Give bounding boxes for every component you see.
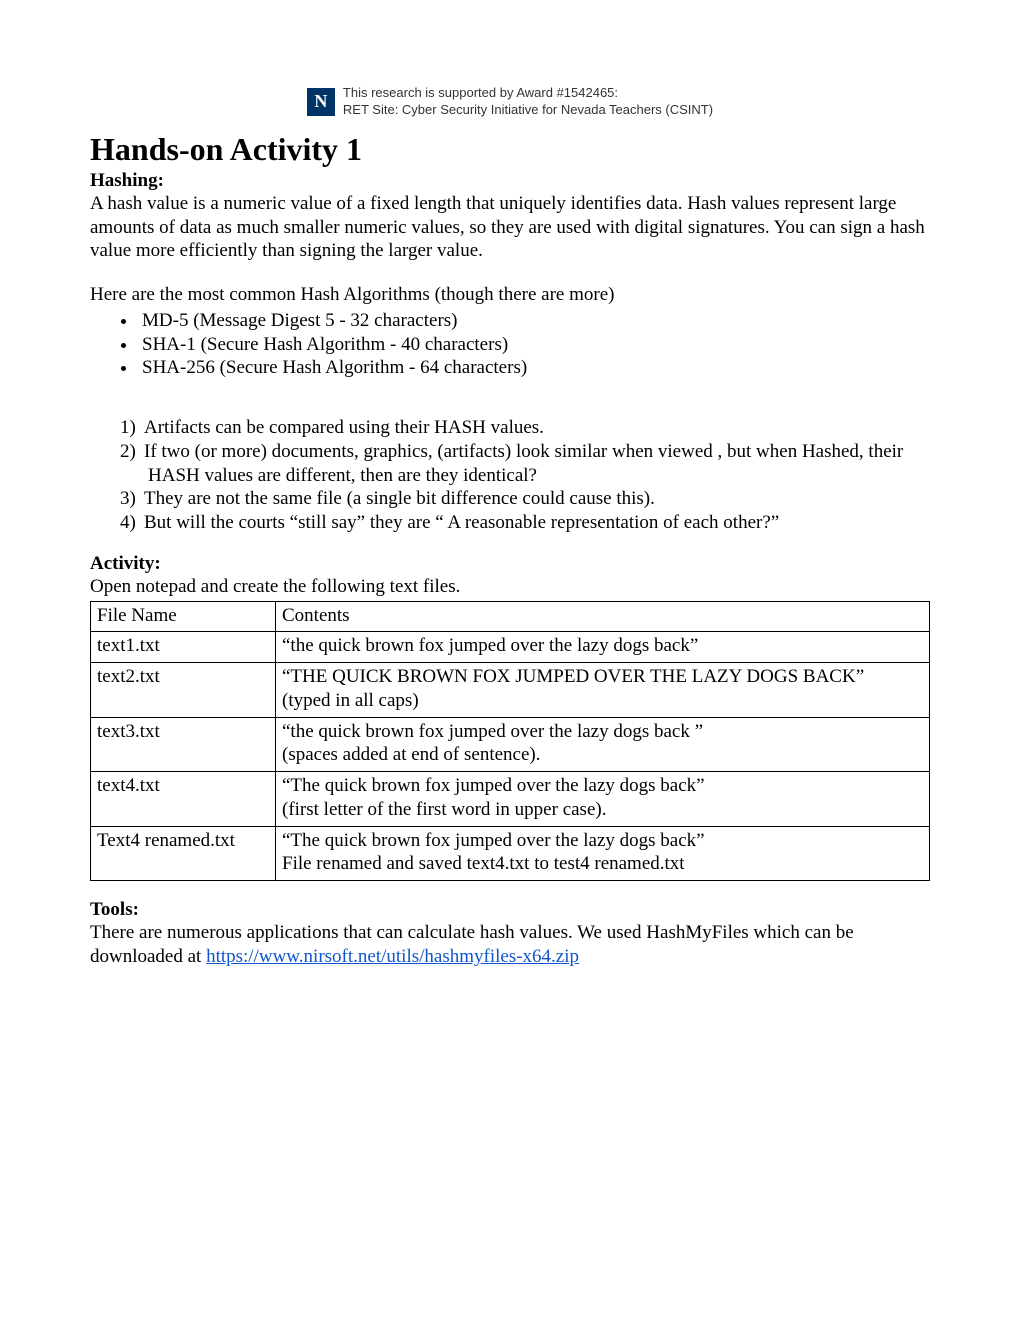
header-banner: N This research is supported by Award #1… — [90, 85, 930, 119]
table-header-row: File Name Contents — [91, 601, 930, 632]
table-row: Text4 renamed.txt “The quick brown fox j… — [91, 826, 930, 881]
banner-line-2: RET Site: Cyber Security Initiative for … — [343, 102, 713, 119]
cell-filename: text1.txt — [91, 632, 276, 663]
cell-filename: text3.txt — [91, 717, 276, 772]
list-item: They are not the same file (a single bit… — [120, 487, 930, 511]
col-header-filename: File Name — [91, 601, 276, 632]
banner-line-1: This research is supported by Award #154… — [343, 85, 713, 102]
download-link[interactable]: https://www.nirsoft.net/utils/hashmyfile… — [206, 946, 579, 967]
cell-contents: “The quick brown fox jumped over the laz… — [276, 772, 930, 827]
tools-paragraph: There are numerous applications that can… — [90, 921, 930, 969]
algos-list: MD-5 (Message Digest 5 - 32 characters) … — [138, 309, 930, 380]
cell-filename: text2.txt — [91, 663, 276, 718]
table-row: text3.txt “the quick brown fox jumped ov… — [91, 717, 930, 772]
table-row: text2.txt “THE QUICK BROWN FOX JUMPED OV… — [91, 663, 930, 718]
hashing-paragraph: A hash value is a numeric value of a fix… — [90, 192, 930, 263]
table-row: text4.txt “The quick brown fox jumped ov… — [91, 772, 930, 827]
cell-contents: “the quick brown fox jumped over the laz… — [276, 717, 930, 772]
university-logo-icon: N — [307, 88, 335, 116]
page-title: Hands-on Activity 1 — [90, 131, 930, 168]
cell-filename: Text4 renamed.txt — [91, 826, 276, 881]
table-row: text1.txt “the quick brown fox jumped ov… — [91, 632, 930, 663]
algos-intro: Here are the most common Hash Algorithms… — [90, 283, 930, 307]
cell-contents: “THE QUICK BROWN FOX JUMPED OVER THE LAZ… — [276, 663, 930, 718]
activity-heading: Activity: — [90, 553, 930, 575]
col-header-contents: Contents — [276, 601, 930, 632]
hashing-heading: Hashing: — [90, 170, 930, 192]
cell-filename: text4.txt — [91, 772, 276, 827]
list-item: Artifacts can be compared using their HA… — [120, 416, 930, 440]
activity-intro: Open notepad and create the following te… — [90, 575, 930, 599]
list-item: SHA-256 (Secure Hash Algorithm - 64 char… — [138, 356, 930, 380]
cell-contents: “the quick brown fox jumped over the laz… — [276, 632, 930, 663]
list-item: If two (or more) documents, graphics, (a… — [120, 440, 930, 488]
cell-contents: “The quick brown fox jumped over the laz… — [276, 826, 930, 881]
files-table: File Name Contents text1.txt “the quick … — [90, 601, 930, 882]
list-item: MD-5 (Message Digest 5 - 32 characters) — [138, 309, 930, 333]
notes-list: Artifacts can be compared using their HA… — [120, 416, 930, 535]
tools-heading: Tools: — [90, 899, 930, 921]
list-item: SHA-1 (Secure Hash Algorithm - 40 charac… — [138, 333, 930, 357]
list-item: But will the courts “still say” they are… — [120, 511, 930, 535]
banner-text: This research is supported by Award #154… — [343, 85, 713, 119]
